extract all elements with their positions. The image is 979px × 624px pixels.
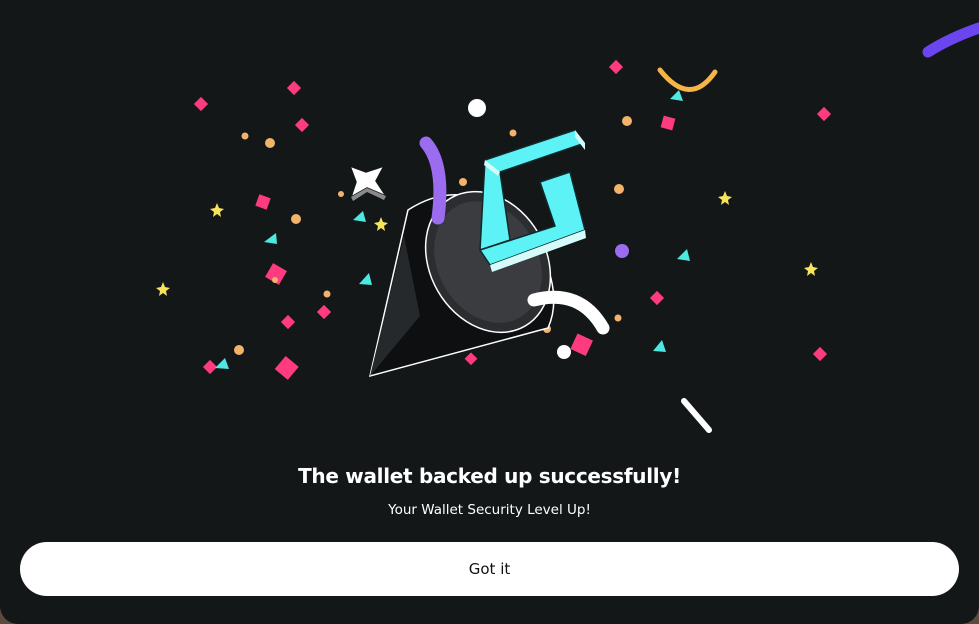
backup-success-dialog: The wallet backed up successfully! Your … <box>0 0 979 624</box>
white-confetti <box>557 345 571 359</box>
cyan-logo-shape <box>478 129 587 272</box>
purple-confetti <box>615 244 629 258</box>
purple-streamer <box>922 22 979 58</box>
got-it-button[interactable]: Got it <box>20 542 959 596</box>
success-title: The wallet backed up successfully! <box>298 464 681 488</box>
yellow-streamer <box>657 67 718 92</box>
white-streamer <box>681 398 712 433</box>
party-popper-icon <box>156 22 979 433</box>
success-subtitle: Your Wallet Security Level Up! <box>388 502 591 518</box>
white-confetti <box>468 99 486 117</box>
popper-cone <box>368 190 555 378</box>
white-star-shape <box>348 164 389 201</box>
